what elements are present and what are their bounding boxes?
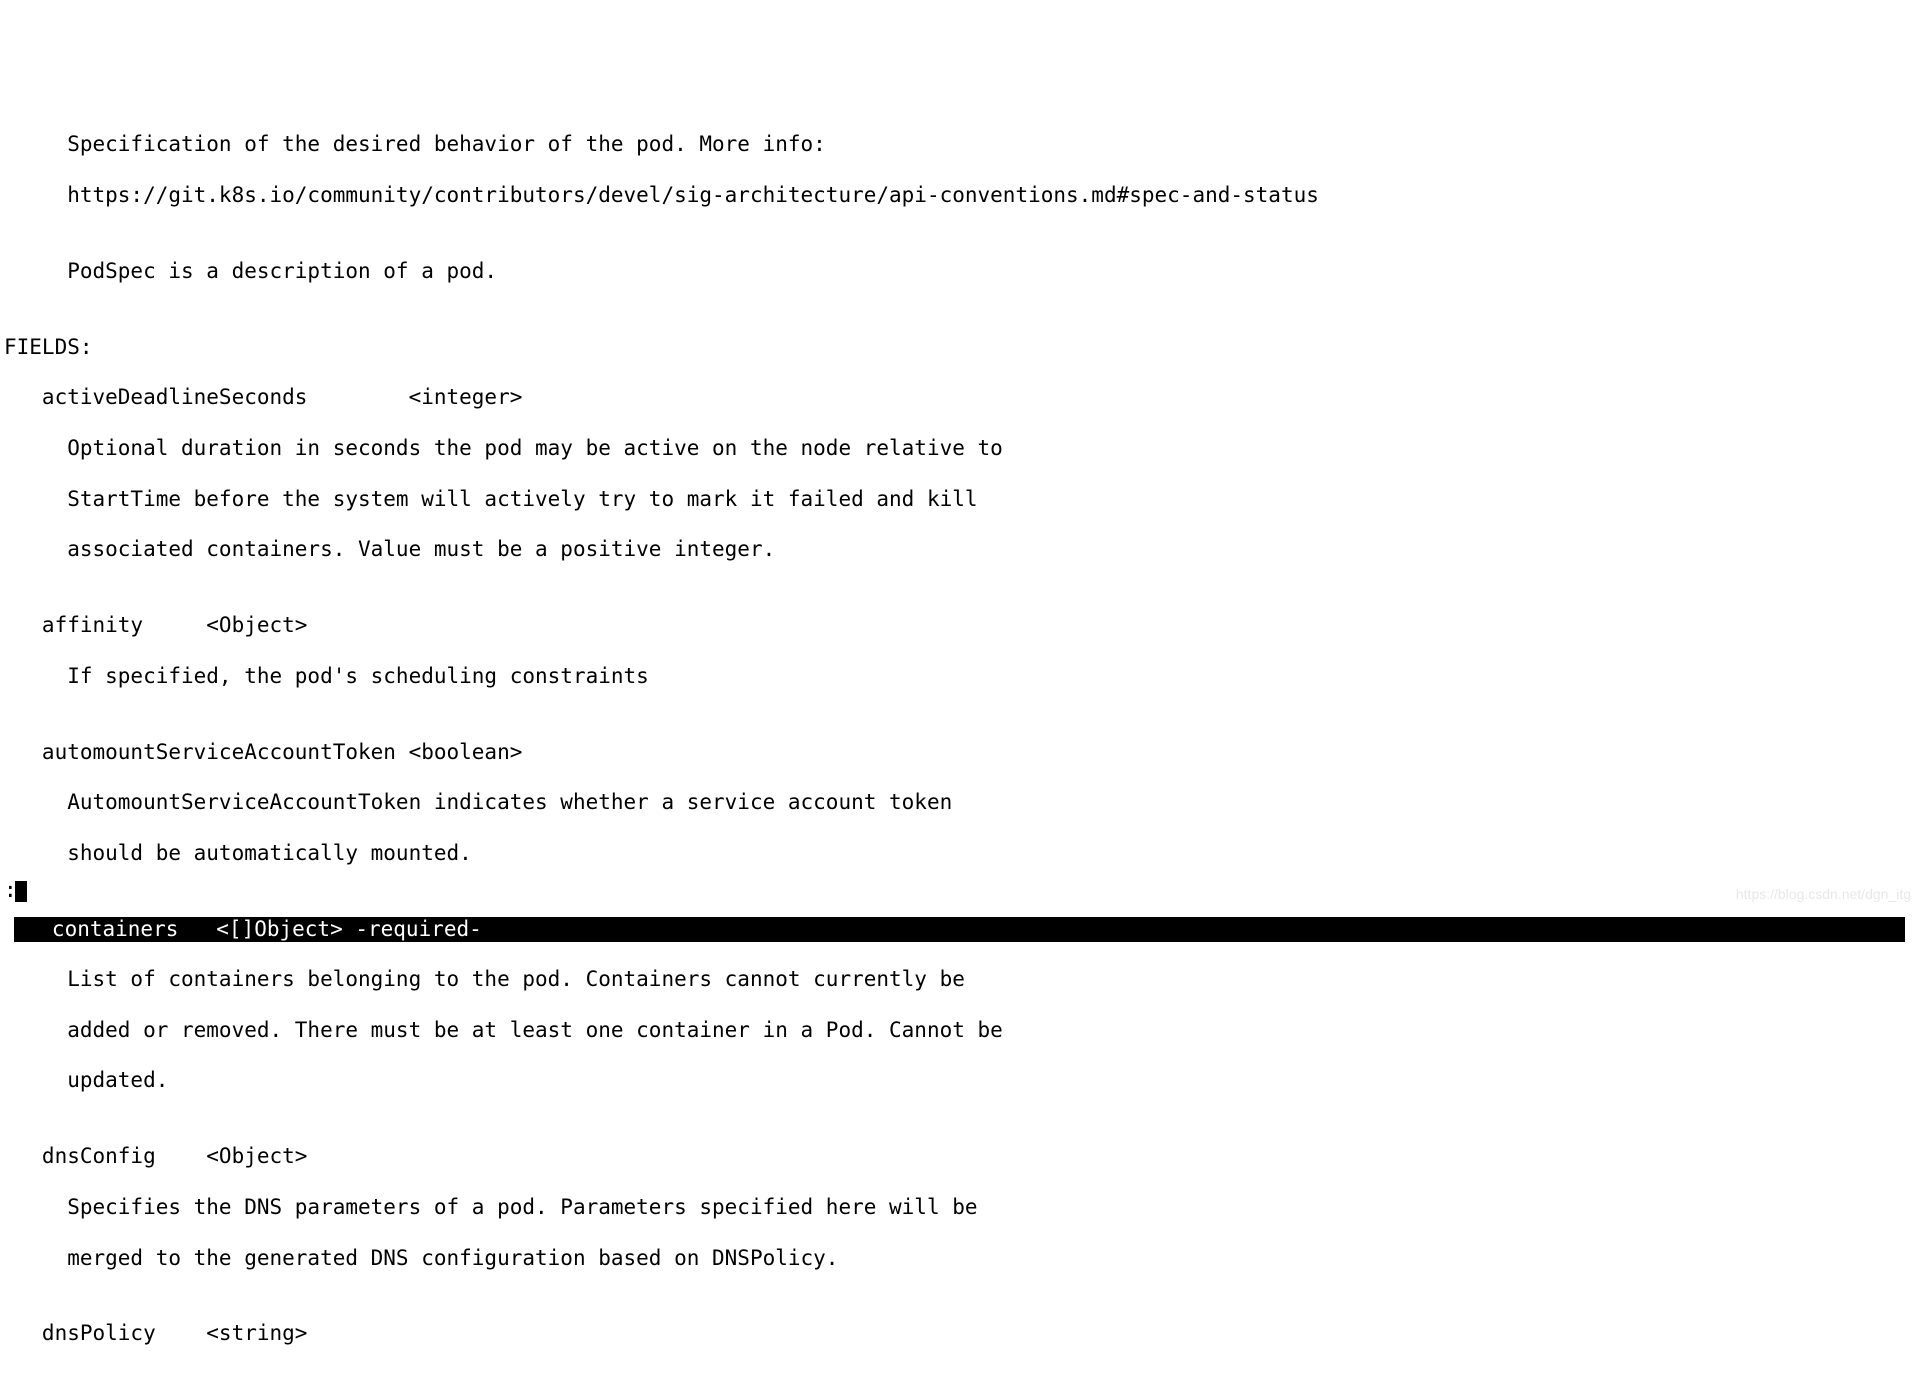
- description-line: Specification of the desired behavior of…: [4, 132, 1915, 157]
- pager-prompt[interactable]: :: [4, 878, 27, 903]
- field-header-automountServiceAccountToken: automountServiceAccountToken <boolean>: [4, 740, 1915, 765]
- cursor: [15, 881, 27, 902]
- field-header-activeDeadlineSeconds: activeDeadlineSeconds <integer>: [4, 385, 1915, 410]
- field-desc: Optional duration in seconds the pod may…: [4, 436, 1915, 461]
- field-desc: merged to the generated DNS configuratio…: [4, 1246, 1915, 1271]
- field-header-dnsConfig: dnsConfig <Object>: [4, 1144, 1915, 1169]
- fields-header: FIELDS:: [4, 335, 1915, 360]
- description-line: PodSpec is a description of a pod.: [4, 259, 1915, 284]
- watermark: https://blog.csdn.net/dgn_itg: [1736, 882, 1911, 907]
- field-header-containers-highlighted: containers <[]Object> -required-: [14, 917, 1905, 942]
- field-header-affinity: affinity <Object>: [4, 613, 1915, 638]
- field-desc: added or removed. There must be at least…: [4, 1018, 1915, 1043]
- field-desc: should be automatically mounted.: [4, 841, 1915, 866]
- field-header-dnsPolicy: dnsPolicy <string>: [4, 1321, 1915, 1346]
- field-desc: associated containers. Value must be a p…: [4, 537, 1915, 562]
- field-desc: List of containers belonging to the pod.…: [4, 967, 1915, 992]
- terminal-output[interactable]: Specification of the desired behavior of…: [0, 101, 1919, 1012]
- field-desc: If specified, the pod's scheduling const…: [4, 664, 1915, 689]
- field-desc: AutomountServiceAccountToken indicates w…: [4, 790, 1915, 815]
- field-desc: StartTime before the system will activel…: [4, 487, 1915, 512]
- description-line: https://git.k8s.io/community/contributor…: [4, 183, 1915, 208]
- field-desc: Specifies the DNS parameters of a pod. P…: [4, 1195, 1915, 1220]
- field-desc: updated.: [4, 1068, 1915, 1093]
